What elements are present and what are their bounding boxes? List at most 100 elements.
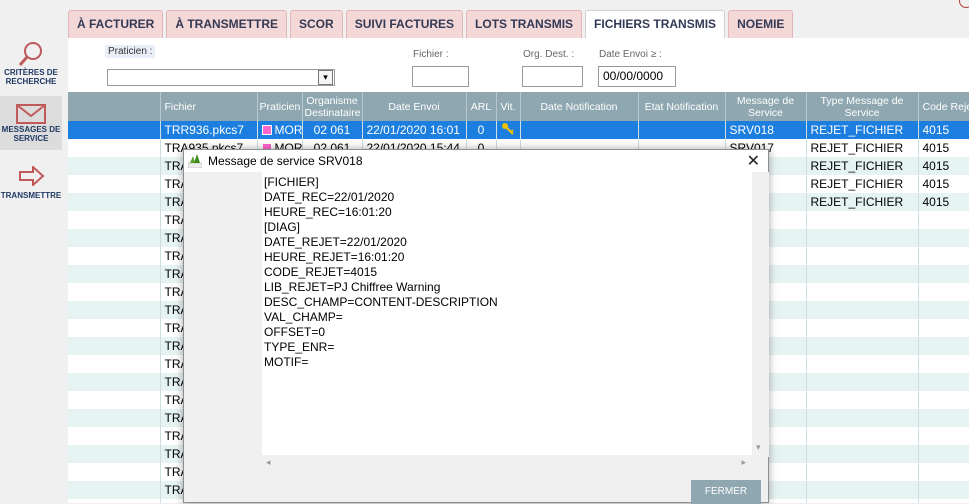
col-etat-notification[interactable]: Etat Notification — [638, 92, 726, 121]
fermer-button[interactable]: FERMER — [691, 480, 761, 504]
cell-type — [806, 211, 919, 229]
help-icon[interactable] — [959, 0, 969, 8]
fichier-label: Fichier : — [413, 49, 449, 60]
cell-code: 4015 — [918, 157, 969, 175]
tab-noemie[interactable]: NOEMIE — [728, 10, 794, 38]
cell-code — [918, 373, 969, 391]
cell-code — [918, 481, 969, 499]
row-blank-cell — [68, 355, 161, 373]
tab-a-facturer[interactable]: À FACTURER — [68, 10, 164, 38]
chevron-down-icon[interactable]: ▾ — [318, 70, 333, 85]
cell-type: REJET_FICHIER — [806, 139, 919, 157]
row-blank-cell — [68, 193, 161, 211]
cell-type — [806, 463, 919, 481]
cell-type — [806, 247, 919, 265]
table-row[interactable]: TRR936.pkcs7 MOR 02 061 22/01/2020 16:01 0 SR… — [68, 121, 969, 139]
cell-type — [806, 301, 919, 319]
col-arl[interactable]: ARL — [466, 92, 497, 121]
cell-code — [918, 355, 969, 373]
cell-type — [806, 409, 919, 427]
date-envoi-input[interactable]: 00/00/0000 — [598, 66, 676, 87]
sidebar-transmettre-button[interactable]: TRANSMETTRE — [0, 166, 62, 206]
col-date-envoi[interactable]: Date Envoi — [362, 92, 467, 121]
tab-suivi-factures[interactable]: SUIVI FACTURES — [345, 10, 464, 38]
fichier-input[interactable] — [412, 66, 469, 87]
close-icon[interactable]: ✕ — [747, 151, 760, 171]
cell-code — [918, 391, 969, 409]
row-blank-cell — [68, 391, 161, 409]
col-fichier[interactable]: Fichier — [160, 92, 258, 121]
cell-code — [918, 319, 969, 337]
col-vit[interactable]: Vit. — [496, 92, 521, 121]
cell-date: 22/01/2020 16:01 — [362, 121, 467, 139]
row-blank-cell — [68, 481, 161, 499]
row-blank-cell — [68, 499, 161, 503]
cell-praticien: MOR — [257, 121, 303, 139]
horizontal-scrollbar[interactable]: ◂ ▸ — [262, 455, 752, 472]
cell-msg: SRV018 — [725, 121, 807, 139]
cell-code — [918, 229, 969, 247]
col-message-service[interactable]: Message de Service — [725, 92, 807, 121]
date-envoi-label: Date Envoi ≥ : — [599, 49, 662, 60]
col-date-notification[interactable]: Date Notification — [520, 92, 639, 121]
tab-fichiers-transmis[interactable]: FICHIERS TRANSMIS — [585, 10, 726, 38]
cell-code: 4015 — [918, 175, 969, 193]
col-type-message[interactable]: Type Message de Service — [806, 92, 919, 121]
cell-code — [918, 499, 969, 503]
key-icon — [502, 122, 514, 135]
scroll-down-icon[interactable]: ▾ — [756, 442, 761, 453]
scroll-right-icon[interactable]: ▸ — [741, 457, 746, 468]
cell-code — [918, 265, 969, 283]
tab-a-transmettre[interactable]: À TRANSMETTRE — [166, 10, 288, 38]
cell-etat — [638, 121, 726, 139]
org-dest-input[interactable] — [522, 66, 583, 87]
cell-type — [806, 319, 919, 337]
grid-header-blank — [68, 92, 161, 121]
col-organisme[interactable]: Organisme Destinataire — [302, 92, 363, 121]
service-message-dialog: Message de service SRV018 ✕ [FICHIER] DA… — [183, 149, 769, 504]
tab-scor[interactable]: SCOR — [290, 10, 343, 38]
row-blank-cell — [68, 445, 161, 463]
cell-code — [918, 211, 969, 229]
grid-header: Fichier Praticien Organisme Destinataire… — [68, 92, 969, 121]
cell-code — [918, 301, 969, 319]
cell-code — [918, 445, 969, 463]
envelope-icon — [16, 104, 46, 124]
left-sidebar: CRITÈRES DE RECHERCHE MESSAGES DE SERVIC… — [0, 0, 62, 503]
tab-lots-transmis[interactable]: LOTS TRANSMIS — [466, 10, 583, 38]
row-blank-cell — [68, 229, 161, 247]
sidebar-criteria-label: CRITÈRES DE RECHERCHE — [4, 68, 58, 86]
cell-code — [918, 409, 969, 427]
row-blank-cell — [68, 211, 161, 229]
cell-vit — [496, 121, 521, 139]
cell-code: 4015 — [918, 139, 969, 157]
cell-code — [918, 427, 969, 445]
praticien-label: Praticien : — [105, 45, 156, 58]
cell-type — [806, 337, 919, 355]
cell-code — [918, 463, 969, 481]
cell-type — [806, 427, 919, 445]
cell-type — [806, 283, 919, 301]
row-blank-cell — [68, 175, 161, 193]
cell-type — [806, 499, 919, 503]
row-blank-cell — [68, 121, 161, 139]
cell-code: 4015 — [918, 193, 969, 211]
row-blank-cell — [68, 373, 161, 391]
col-praticien[interactable]: Praticien — [257, 92, 303, 121]
cell-type: REJET_FICHIER — [806, 193, 919, 211]
vertical-scrollbar[interactable]: ▾ — [752, 172, 769, 457]
cell-type — [806, 391, 919, 409]
col-code-rejet[interactable]: Code Rejet — [918, 92, 969, 121]
row-blank-cell — [68, 337, 161, 355]
sidebar-criteria-button[interactable]: CRITÈRES DE RECHERCHE — [0, 40, 62, 92]
praticien-select[interactable] — [107, 69, 335, 86]
row-blank-cell — [68, 319, 161, 337]
cell-code — [918, 283, 969, 301]
scroll-left-icon[interactable]: ◂ — [266, 457, 271, 468]
message-textarea[interactable]: [FICHIER] DATE_REC=22/01/2020 HEURE_REC=… — [262, 172, 752, 472]
cell-type — [806, 481, 919, 499]
dialog-left-panel — [184, 172, 262, 502]
cell-code — [918, 337, 969, 355]
dialog-title-bar[interactable]: Message de service SRV018 ✕ — [184, 150, 768, 172]
sidebar-messages-button[interactable]: MESSAGES DE SERVICE — [0, 96, 62, 150]
